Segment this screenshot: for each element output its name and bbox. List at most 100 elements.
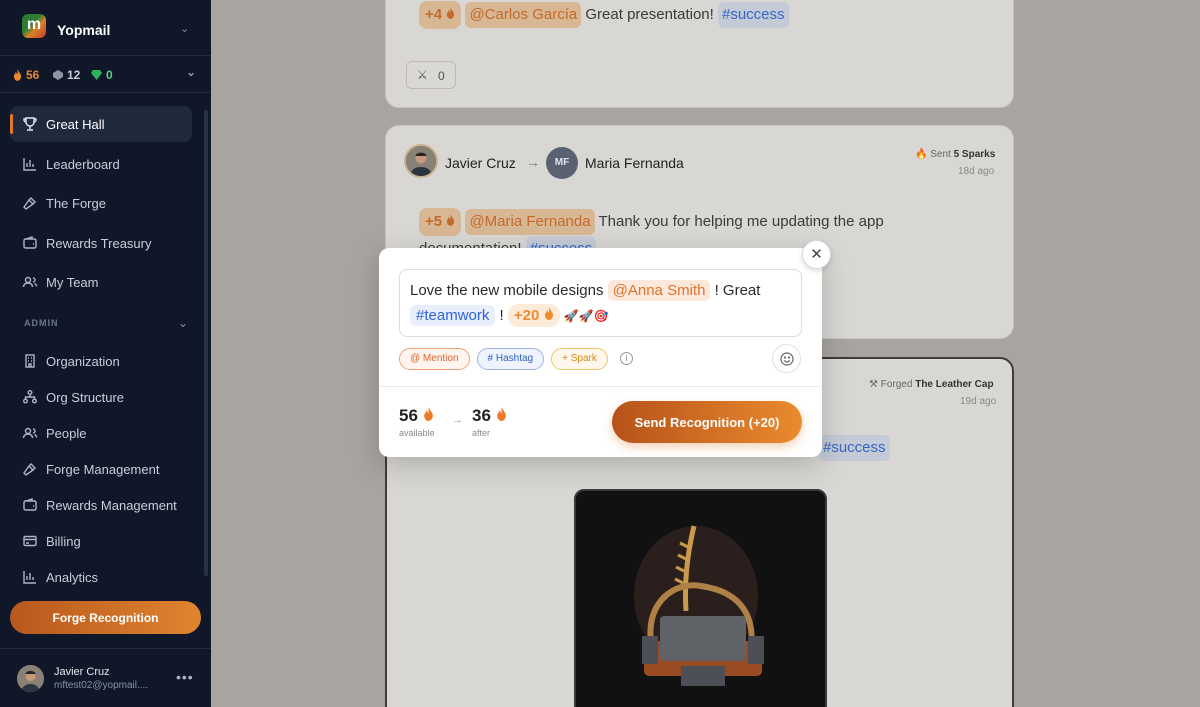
forged-meta: ⚒ Forged The Leather Cap (869, 379, 994, 390)
sidebar-item-organization[interactable]: Organization (10, 343, 192, 379)
arrow-right-icon: → (452, 414, 463, 426)
sidebar-item-label: The Forge (46, 196, 106, 211)
timestamp: 18d ago (958, 166, 995, 177)
recognition-card: +4 @Carlos García Great presentation! #s… (385, 0, 1014, 108)
smile-icon (780, 352, 794, 366)
insert-mention-button[interactable]: @ Mention (399, 348, 470, 370)
sidebar-item-org-structure[interactable]: Org Structure (10, 379, 192, 415)
close-icon: ✕ (810, 246, 823, 263)
workspace-switcher[interactable]: m Yopmail ⌄ (0, 0, 211, 56)
crossed-swords-icon: ⚔ (417, 68, 428, 82)
sidebar-item-label: Billing (46, 534, 81, 549)
flame-icon (447, 214, 455, 226)
sparks-stat: 56 (13, 68, 39, 82)
recognition-message-input[interactable]: Love the new mobile designs @Anna Smith … (399, 269, 802, 337)
avatar (17, 665, 44, 692)
chevron-down-icon[interactable]: ⌄ (178, 316, 188, 330)
recognition-message: #success (819, 435, 890, 461)
sidebar-item-label: Org Structure (46, 390, 125, 405)
flame-icon (447, 7, 455, 19)
gem-icon (53, 70, 63, 80)
insert-hashtag-button[interactable]: # Hashtag (476, 348, 545, 370)
users-icon (22, 427, 38, 439)
mention-tag[interactable]: @Maria Fernanda (465, 209, 595, 235)
sidebar-item-rewards-treasury[interactable]: Rewards Treasury (10, 225, 192, 261)
sidebar: m Yopmail ⌄ 56 12 0 ⌄ Great Hall Leaderb… (0, 0, 211, 707)
spark-amount[interactable]: +20 (507, 304, 560, 327)
flame-icon (544, 307, 553, 320)
hashtag-tag[interactable]: #success (717, 2, 789, 28)
mention-tag[interactable]: @Carlos García (465, 2, 582, 28)
reaction-button[interactable]: ⚔ 0 (406, 61, 456, 89)
avatar[interactable] (404, 144, 438, 178)
sidebar-item-rewards-management[interactable]: Rewards Management (10, 487, 192, 523)
sidebar-item-leaderboard[interactable]: Leaderboard (10, 146, 192, 182)
sidebar-item-people[interactable]: People (10, 415, 192, 451)
recipient-name[interactable]: Maria Fernanda (585, 155, 684, 171)
hashtag-tag[interactable]: #success (819, 435, 890, 461)
bar-chart-icon (23, 158, 36, 171)
sidebar-item-label: People (46, 426, 87, 441)
user-profile[interactable]: Javier Cruz mftest02@yopmail.... ••• (0, 648, 211, 707)
spark-amount: +4 (419, 1, 462, 29)
sidebar-item-analytics[interactable]: Analytics (10, 559, 192, 595)
trophy-icon (23, 117, 37, 131)
avatar[interactable]: MF (546, 147, 578, 179)
composer-toolbar: @ Mention # Hashtag + Spark (399, 348, 608, 370)
flame-icon (496, 407, 506, 421)
sidebar-scrollbar[interactable] (204, 110, 208, 576)
insert-spark-button[interactable]: + Spark (551, 348, 608, 370)
sidebar-item-label: Organization (46, 354, 120, 369)
chevron-down-icon: ⌄ (180, 23, 190, 35)
sidebar-item-forge-management[interactable]: Forge Management (10, 451, 192, 487)
sidebar-item-great-hall[interactable]: Great Hall (10, 106, 192, 142)
sidebar-item-label: Rewards Management (46, 498, 177, 513)
flame-icon: 🔥 (915, 149, 928, 160)
recognition-modal: Love the new mobile designs @Anna Smith … (379, 248, 822, 457)
recognition-message: +4 @Carlos García Great presentation! #s… (419, 1, 789, 29)
users-icon (22, 276, 38, 288)
bar-chart-icon (23, 571, 36, 584)
after-balance: 36 (472, 406, 507, 426)
workspace-name: Yopmail (57, 22, 111, 38)
flame-icon (13, 69, 22, 81)
hammer-icon (23, 197, 36, 210)
sidebar-item-my-team[interactable]: My Team (10, 264, 192, 300)
timestamp: 19d ago (960, 396, 997, 407)
forge-recognition-button[interactable]: Forge Recognition (10, 601, 201, 634)
chevron-down-icon[interactable]: ⌄ (186, 65, 196, 79)
close-modal-button[interactable]: ✕ (802, 240, 831, 269)
gray-gems-stat: 12 (53, 68, 80, 82)
sent-meta: 🔥 Sent 5 Sparks (915, 149, 996, 160)
green-gems-stat: 0 (91, 68, 113, 82)
sidebar-item-label: Rewards Treasury (46, 236, 152, 251)
available-label: available (399, 428, 435, 438)
hammer-icon: ⚒ (869, 379, 878, 390)
workspace-logo: m (22, 14, 46, 38)
building-icon (25, 354, 35, 368)
mention-tag[interactable]: @Anna Smith (607, 280, 711, 301)
balance-bar[interactable]: 56 12 0 ⌄ (0, 56, 211, 93)
more-options-icon[interactable]: ••• (176, 669, 194, 685)
sidebar-item-the-forge[interactable]: The Forge (10, 185, 192, 221)
emoji-picker-button[interactable] (772, 344, 801, 373)
wallet-icon (23, 236, 37, 249)
flame-icon (423, 407, 433, 421)
sidebar-item-label: Great Hall (46, 117, 105, 132)
send-recognition-button[interactable]: Send Recognition (+20) (612, 401, 802, 443)
info-icon[interactable]: i (620, 352, 633, 365)
available-balance: 56 (399, 406, 434, 426)
sender-name[interactable]: Javier Cruz (445, 155, 516, 171)
sidebar-item-label: Forge Management (46, 462, 160, 477)
leather-cap-image (574, 489, 827, 707)
after-label: after (472, 428, 491, 438)
sidebar-item-billing[interactable]: Billing (10, 523, 192, 559)
user-email: mftest02@yopmail.... (54, 680, 149, 691)
wallet-icon (23, 498, 37, 511)
spark-amount: +5 (419, 208, 462, 236)
credit-card-icon (23, 535, 37, 547)
arrow-right-icon: → (526, 154, 540, 170)
sidebar-item-label: Leaderboard (46, 157, 120, 172)
hashtag-tag[interactable]: #teamwork (410, 305, 496, 326)
emerald-icon (91, 70, 102, 80)
